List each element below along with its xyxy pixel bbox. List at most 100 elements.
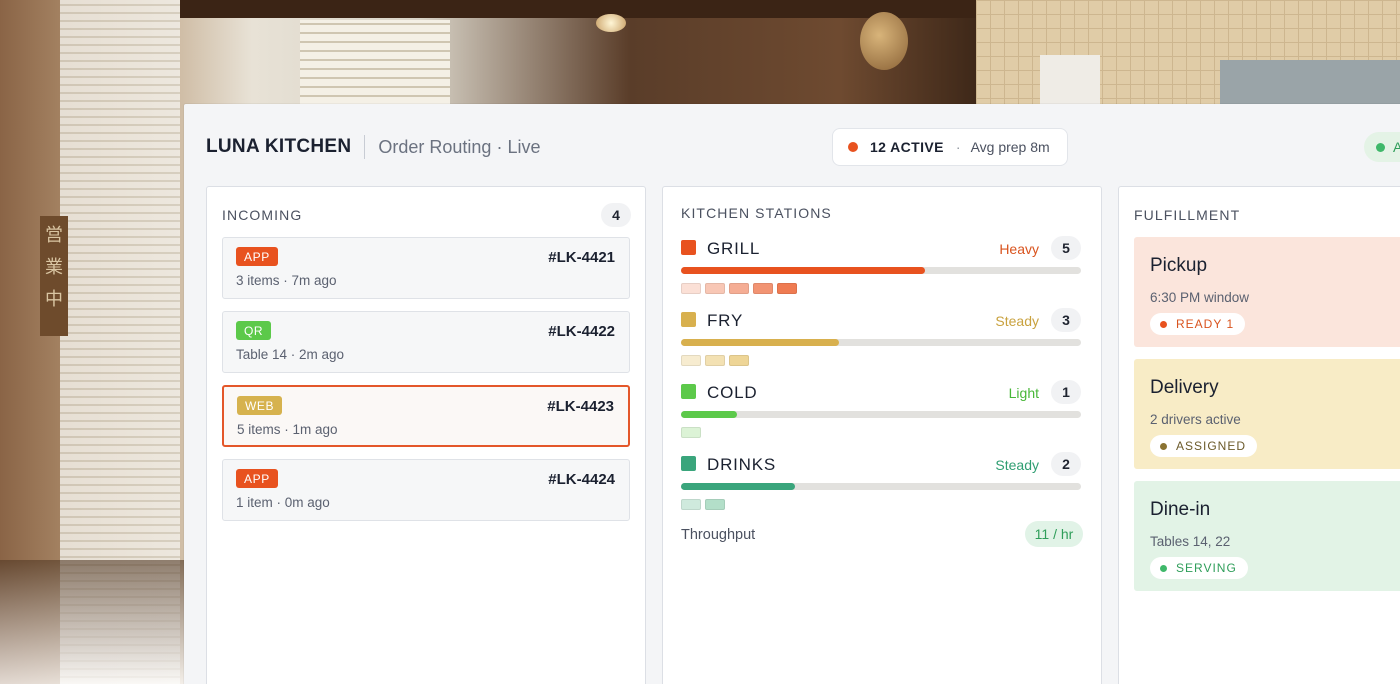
page-subtitle: Order Routing · Live: [378, 136, 541, 157]
station-name: COLD: [707, 383, 758, 402]
status-dot-icon: [1160, 442, 1167, 450]
station-load-fill: [681, 483, 795, 490]
ticket-chip: [729, 355, 749, 366]
order-routing-panel: LUNA KITCHEN Order Routing · Live 12 ACT…: [184, 104, 1400, 684]
station-color-swatch: [681, 384, 696, 399]
throughput-label: Throughput: [681, 527, 756, 543]
station-load-bar: [681, 267, 1081, 274]
ticket-chip: [705, 499, 725, 510]
station-load-fill: [681, 267, 925, 274]
active-count: 12 ACTIVE: [870, 139, 944, 155]
fulfillment-card-delivery[interactable]: Delivery 2 drivers active ASSIGNED: [1134, 359, 1400, 469]
ticket-chips: [681, 283, 801, 294]
station-row-drinks[interactable]: DRINKS Steady 2: [681, 452, 1081, 523]
fridge: [1040, 55, 1100, 104]
column-title: KITCHEN STATIONS: [681, 205, 832, 221]
station-row-cold[interactable]: COLD Light 1: [681, 380, 1081, 451]
channel-tag: QR: [236, 321, 272, 340]
status-text: A: [1393, 139, 1400, 155]
station-count-badge: 3: [1051, 308, 1081, 332]
station-row-fry[interactable]: FRY Steady 3: [681, 308, 1081, 379]
station-load-fill: [681, 339, 839, 346]
order-card[interactable]: WEB #LK-4423 5 items · 1m ago: [222, 385, 630, 447]
window-blinds-center: [300, 20, 450, 104]
channel-tag: APP: [236, 247, 278, 266]
column-title: FULFILLMENT: [1134, 207, 1241, 223]
station-count-badge: 5: [1051, 236, 1081, 260]
ticket-chips: [681, 427, 705, 438]
station-load-level: Heavy: [999, 241, 1039, 257]
badge-label: ASSIGNED: [1176, 439, 1247, 453]
ticket-chips: [681, 499, 729, 510]
fulfillment-title: Delivery: [1150, 377, 1219, 398]
brand-name: LUNA KITCHEN: [206, 136, 352, 157]
incoming-column: INCOMING 4 APP #LK-4421 3 items · 7m ago QR…: [206, 186, 646, 684]
column-title: INCOMING: [222, 207, 303, 223]
incoming-count-badge: 4: [601, 203, 631, 227]
sign-char: 中: [45, 289, 63, 309]
order-meta: 3 items · 7m ago: [236, 273, 337, 288]
ticket-chip: [681, 355, 701, 366]
sign-char: 営: [45, 225, 63, 245]
fulfillment-title: Pickup: [1150, 255, 1208, 276]
order-card[interactable]: APP #LK-4421 3 items · 7m ago: [222, 237, 630, 299]
active-orders-pill: 12 ACTIVE · Avg prep 8m: [832, 128, 1068, 166]
station-color-swatch: [681, 456, 696, 471]
shelf: [1220, 60, 1400, 104]
ticket-chip: [705, 283, 725, 294]
station-load-level: Light: [1008, 385, 1039, 401]
ticket-chip: [753, 283, 773, 294]
order-card[interactable]: QR #LK-4422 Table 14 · 2m ago: [222, 311, 630, 373]
ceiling-light: [596, 14, 626, 32]
fulfillment-status-badge: READY 1: [1150, 313, 1246, 335]
station-load-level: Steady: [995, 313, 1039, 329]
wooden-sign: 営 業 中: [40, 216, 68, 336]
fulfillment-column: FULFILLMENT Pickup 6:30 PM window READY 1 D…: [1118, 186, 1400, 684]
station-count-badge: 2: [1051, 452, 1081, 476]
fulfillment-card-pickup[interactable]: Pickup 6:30 PM window READY 1: [1134, 237, 1400, 347]
ticket-chip: [729, 283, 749, 294]
station-name: DRINKS: [707, 455, 777, 474]
badge-label: SERVING: [1176, 561, 1237, 575]
ticket-chip: [681, 499, 701, 510]
station-load-level: Steady: [995, 457, 1039, 473]
fulfillment-detail: 2 drivers active: [1150, 412, 1241, 427]
station-name: GRILL: [707, 239, 761, 258]
order-id: #LK-4423: [547, 398, 614, 415]
order-meta: Table 14 · 2m ago: [236, 347, 345, 362]
status-dot-icon: [1160, 564, 1167, 572]
header: LUNA KITCHEN Order Routing · Live: [206, 130, 540, 164]
header-divider: [364, 135, 366, 159]
live-dot-icon: [848, 142, 858, 152]
order-id: #LK-4421: [548, 249, 615, 266]
station-row-grill[interactable]: GRILL Heavy 5: [681, 236, 1081, 307]
ticket-chip: [681, 283, 701, 294]
badge-label: READY 1: [1176, 317, 1235, 331]
fulfillment-detail: 6:30 PM window: [1150, 290, 1250, 305]
status-pill: A: [1364, 132, 1400, 162]
fulfillment-card-dine-in[interactable]: Dine-in Tables 14, 22 SERVING: [1134, 481, 1400, 591]
sign-char: 業: [45, 257, 63, 277]
fulfillment-detail: Tables 14, 22: [1150, 534, 1231, 549]
station-count-badge: 1: [1051, 380, 1081, 404]
order-card[interactable]: APP #LK-4424 1 item · 0m ago: [222, 459, 630, 521]
stations-column: KITCHEN STATIONS GRILL Heavy 5 FRY Steady 3 CO…: [662, 186, 1102, 684]
paper-lantern: [860, 12, 908, 70]
status-dot-icon: [1376, 142, 1385, 152]
fulfillment-status-badge: ASSIGNED: [1150, 435, 1258, 457]
station-load-bar: [681, 483, 1081, 490]
floor: [0, 560, 184, 684]
order-id: #LK-4424: [548, 471, 615, 488]
ticket-chip: [681, 427, 701, 438]
ceiling-beam: [180, 0, 980, 18]
station-load-bar: [681, 339, 1081, 346]
order-id: #LK-4422: [548, 323, 615, 340]
throughput-value: 11 / hr: [1025, 521, 1083, 547]
ticket-chip: [705, 355, 725, 366]
status-dot-icon: [1160, 320, 1167, 328]
station-color-swatch: [681, 312, 696, 327]
avg-prep: Avg prep 8m: [970, 139, 1050, 155]
station-load-fill: [681, 411, 737, 418]
order-meta: 5 items · 1m ago: [237, 422, 338, 437]
station-color-swatch: [681, 240, 696, 255]
